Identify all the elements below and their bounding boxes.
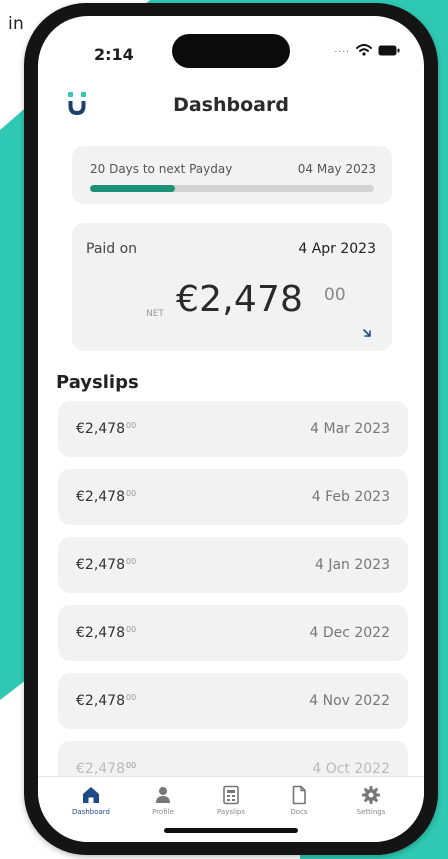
payslip-cents: 00	[126, 421, 137, 430]
page-title: Dashboard	[173, 94, 289, 116]
payday-card[interactable]: 20 Days to next Payday 04 May 2023	[72, 146, 392, 204]
payslip-cents: 00	[126, 625, 137, 634]
payslip-row[interactable]: €2,47800 4 Jan 2023	[58, 537, 408, 593]
phone-screen: 2:14 .... Dashboard 20 Days to next Payd…	[38, 16, 424, 842]
tab-profile[interactable]: Profile	[128, 785, 198, 816]
payday-countdown: 20 Days to next Payday	[90, 162, 233, 176]
payslip-row[interactable]: €2,47800 4 Nov 2022	[58, 673, 408, 729]
payslip-amount: €2,47800	[76, 557, 137, 573]
net-amount-cents: 00	[324, 285, 346, 305]
paid-on-label: Paid on	[86, 241, 138, 257]
payslip-cents: 00	[126, 489, 137, 498]
payslip-icon	[223, 785, 239, 805]
payday-date: 04 May 2023	[297, 162, 376, 176]
payday-progress-fill	[90, 185, 176, 192]
phone-frame: 2:14 .... Dashboard 20 Days to next Payd…	[24, 3, 438, 855]
payslip-cents: 00	[126, 557, 137, 566]
payslip-date: 4 Feb 2023	[311, 489, 390, 505]
tab-dashboard-label: Dashboard	[72, 808, 110, 816]
dynamic-island	[172, 34, 290, 68]
status-time: 2:14	[94, 45, 134, 64]
home-indicator[interactable]	[164, 828, 298, 833]
net-amount: €2,478	[176, 279, 304, 320]
payslips-heading: Payslips	[56, 372, 139, 393]
paid-date: 4 Apr 2023	[298, 241, 376, 257]
app-canvas: in 2:14 .... Dashboard 20 Days to next P…	[0, 0, 448, 859]
payslip-date: 4 Mar 2023	[310, 421, 390, 437]
payslip-date: 4 Nov 2022	[309, 693, 390, 709]
payslip-date: 4 Jan 2023	[314, 557, 390, 573]
tab-docs-label: Docs	[290, 808, 308, 816]
gear-icon	[362, 786, 380, 804]
payslip-date: 4 Dec 2022	[309, 625, 390, 641]
payslip-row[interactable]: €2,47800 4 Feb 2023	[58, 469, 408, 525]
home-icon	[83, 787, 99, 803]
tab-settings-label: Settings	[356, 808, 386, 816]
wifi-icon	[356, 44, 372, 56]
document-icon	[292, 785, 306, 805]
tab-payslips[interactable]: Payslips	[196, 785, 266, 816]
status-icons: ....	[335, 44, 400, 56]
corner-text: in	[8, 14, 25, 34]
signal-dots: ....	[334, 45, 350, 55]
payslip-date: 4 Oct 2022	[312, 761, 390, 777]
arrow-down-right-icon[interactable]	[363, 329, 372, 338]
payslip-cents: 00	[126, 761, 137, 770]
payslip-list: €2,47800 4 Mar 2023 €2,47800 4 Feb 2023 …	[58, 401, 408, 809]
person-icon	[156, 787, 170, 803]
tab-docs[interactable]: Docs	[264, 785, 334, 816]
payslip-amount: €2,47800	[76, 693, 137, 709]
paid-card[interactable]: Paid on 4 Apr 2023 NET €2,478 00	[72, 223, 392, 351]
payslip-cents: 00	[126, 693, 137, 702]
payday-progress-track	[90, 185, 374, 192]
header: Dashboard	[38, 88, 424, 128]
payslip-amount: €2,47800	[76, 761, 137, 777]
tab-payslips-label: Payslips	[217, 808, 245, 816]
payslip-row[interactable]: €2,47800 4 Mar 2023	[58, 401, 408, 457]
payslip-amount: €2,47800	[76, 421, 137, 437]
net-label: NET	[146, 309, 164, 319]
battery-icon	[378, 45, 400, 55]
tab-profile-label: Profile	[152, 808, 174, 816]
payslip-amount: €2,47800	[76, 489, 137, 505]
tab-dashboard[interactable]: Dashboard	[56, 785, 126, 816]
payslip-row[interactable]: €2,47800 4 Dec 2022	[58, 605, 408, 661]
payslip-amount: €2,47800	[76, 625, 137, 641]
tab-settings[interactable]: Settings	[336, 785, 406, 816]
